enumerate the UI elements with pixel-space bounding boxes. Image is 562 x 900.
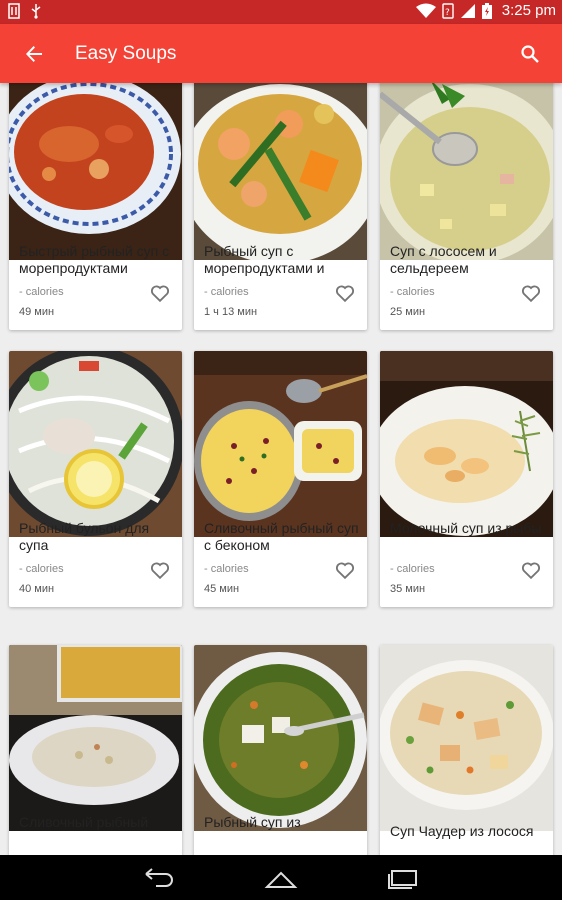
- home-nav-icon: [264, 871, 298, 888]
- recipe-card[interactable]: Сливочный рыбный суп с беконом - calorie…: [194, 351, 367, 607]
- recipe-card[interactable]: Рыбный суп из: [194, 645, 367, 855]
- recipe-image: [380, 645, 553, 831]
- recipe-image: [194, 83, 367, 260]
- recipe-calories: - calories: [19, 563, 64, 575]
- nav-recents-button[interactable]: [383, 863, 423, 893]
- favorite-button[interactable]: [149, 559, 171, 581]
- recipe-time: 1 ч 13 мин: [204, 306, 258, 318]
- data-icon: ?: [442, 2, 454, 19]
- heart-outline-icon: [521, 562, 541, 580]
- back-button[interactable]: [18, 38, 50, 70]
- recipe-calories: - calories: [19, 286, 64, 298]
- recipe-image: [380, 351, 553, 537]
- recipe-title: Рыбный суп из: [204, 814, 301, 830]
- favorite-button[interactable]: [334, 559, 356, 581]
- recipe-card[interactable]: Быстрый рыбный суп с морепродуктами - ca…: [9, 83, 182, 330]
- recipe-card[interactable]: Рыбный бульон для супа - calories 40 мин: [9, 351, 182, 607]
- nav-back-button[interactable]: [139, 863, 179, 893]
- recipe-title: Рыбный бульон для супа: [19, 520, 150, 553]
- recipe-title: Сливочный рыбный: [19, 814, 149, 830]
- wifi-icon: [415, 3, 436, 18]
- recipe-card[interactable]: Молочный суп из рыбы - calories 35 мин: [380, 351, 553, 607]
- heart-outline-icon: [150, 562, 170, 580]
- recipe-title: Суп с лососем и сельдереем: [390, 243, 497, 276]
- arrow-back-icon: [26, 46, 42, 62]
- heart-outline-icon: [150, 285, 170, 303]
- recipe-time: 35 мин: [390, 583, 426, 595]
- recents-nav-icon: [388, 869, 417, 889]
- page-title: Easy Soups: [75, 43, 177, 64]
- heart-outline-icon: [335, 285, 355, 303]
- back-nav-icon: [145, 867, 173, 887]
- recipe-card[interactable]: Сливочный рыбный: [9, 645, 182, 855]
- status-bar: ? 3:25 pm: [0, 0, 562, 24]
- sim-icon: [8, 3, 20, 19]
- recipe-image: [9, 351, 182, 537]
- search-icon: [521, 45, 539, 63]
- recipe-title: Молочный суп из рыбы: [390, 520, 542, 536]
- favorite-button[interactable]: [334, 282, 356, 304]
- app-bar: Easy Soups: [0, 24, 562, 83]
- status-time: 3:25 pm: [501, 2, 556, 19]
- recipe-calories: - calories: [390, 563, 435, 575]
- recipe-grid: Быстрый рыбный суп с морепродуктами - ca…: [0, 83, 562, 855]
- favorite-button[interactable]: [149, 282, 171, 304]
- navigation-bar: [0, 855, 562, 900]
- recipe-image: [380, 83, 553, 260]
- recipe-card[interactable]: Суп Чаудер из лосося: [380, 645, 553, 855]
- recipe-time: 45 мин: [204, 583, 240, 595]
- usb-icon: [31, 4, 41, 19]
- signal-icon: [460, 3, 475, 18]
- recipe-title: Рыбный суп с морепродуктами и: [204, 243, 325, 276]
- recipe-time: 49 мин: [19, 306, 55, 318]
- heart-outline-icon: [335, 562, 355, 580]
- recipe-image: [194, 351, 367, 537]
- favorite-button[interactable]: [520, 559, 542, 581]
- heart-outline-icon: [521, 285, 541, 303]
- recipe-card[interactable]: Суп с лососем и сельдереем - calories 25…: [380, 83, 553, 330]
- recipe-calories: - calories: [390, 286, 435, 298]
- nav-home-button[interactable]: [261, 863, 301, 893]
- recipe-calories: - calories: [204, 563, 249, 575]
- recipe-image: [9, 645, 182, 831]
- recipe-time: 40 мин: [19, 583, 55, 595]
- recipe-image: [194, 645, 367, 831]
- recipe-title: Суп Чаудер из лосося: [390, 823, 534, 839]
- recipe-title: Быстрый рыбный суп с морепродуктами: [19, 243, 170, 276]
- battery-icon: [481, 2, 492, 19]
- recipe-image: [9, 83, 182, 260]
- favorite-button[interactable]: [520, 282, 542, 304]
- recipe-title: Сливочный рыбный суп с беконом: [204, 520, 359, 553]
- search-button[interactable]: [514, 38, 546, 70]
- recipe-card[interactable]: Рыбный суп с морепродуктами и - calories…: [194, 83, 367, 330]
- recipe-time: 25 мин: [390, 306, 426, 318]
- svg-text:?: ?: [445, 8, 450, 18]
- recipe-calories: - calories: [204, 286, 249, 298]
